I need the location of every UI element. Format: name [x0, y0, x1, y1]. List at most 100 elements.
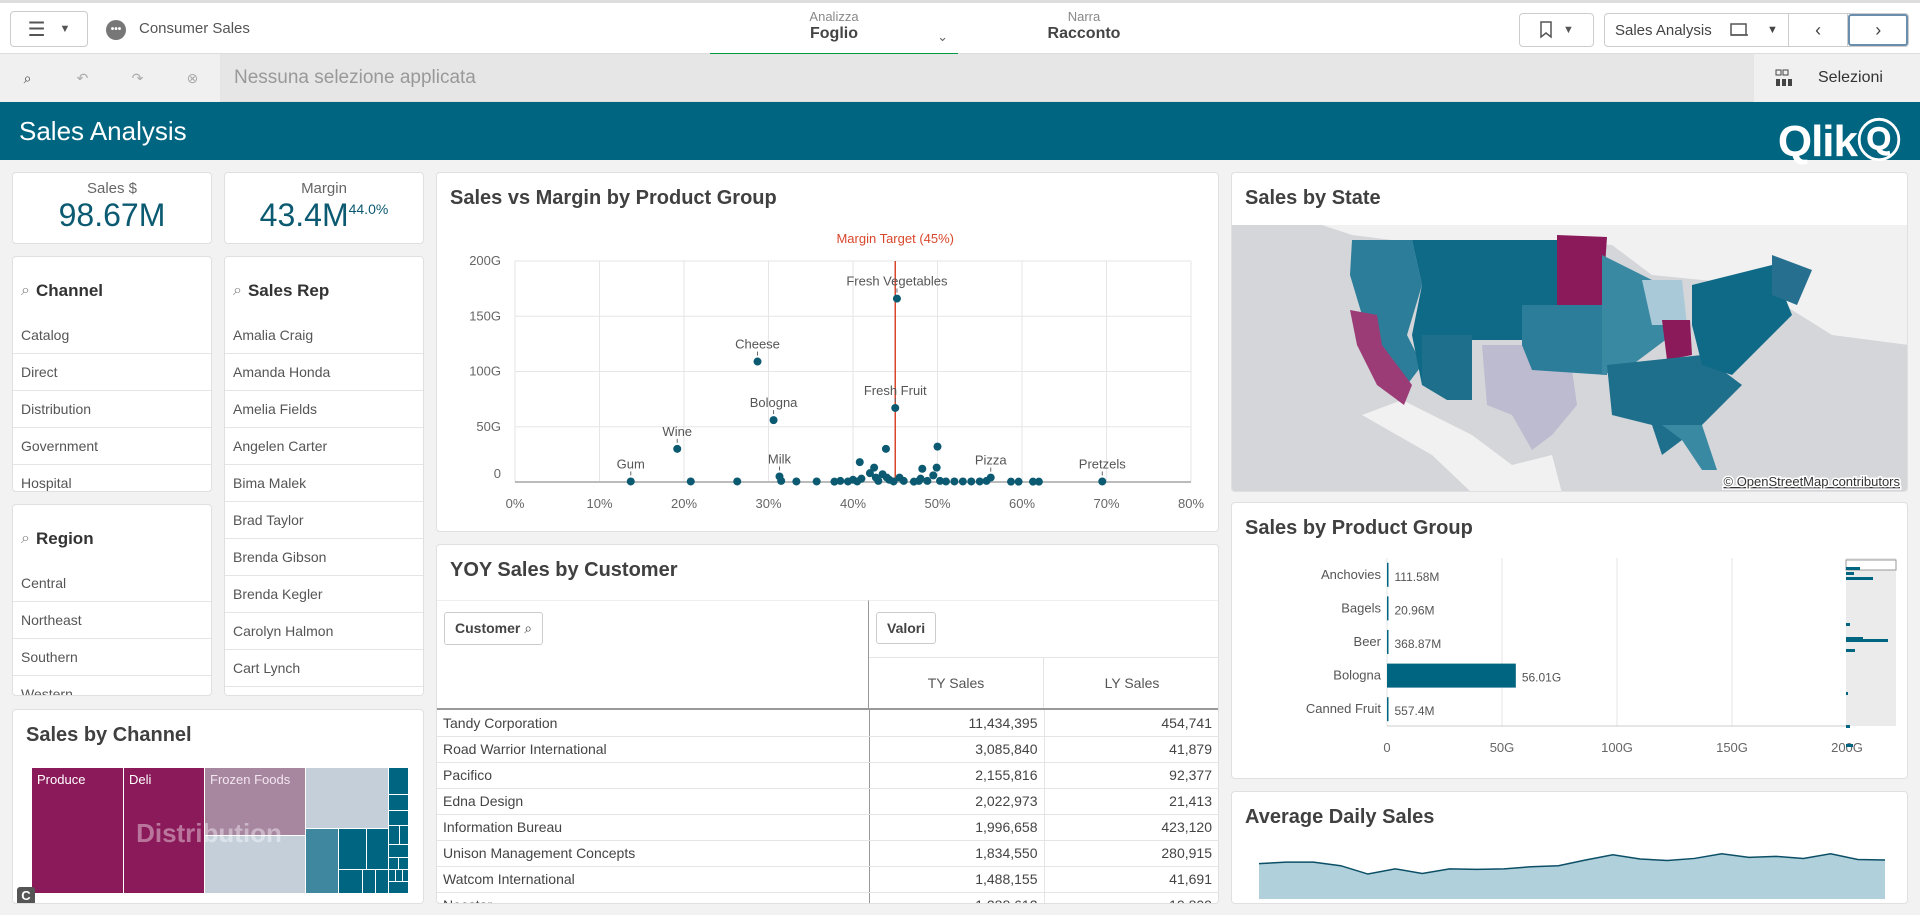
chevron-down-icon[interactable]: ⌄: [937, 29, 948, 45]
table-row[interactable]: Pacifico 2,155,816 92,377: [437, 762, 1218, 789]
x-tick-label: 50%: [924, 496, 950, 511]
list-item[interactable]: Amalia Craig: [225, 317, 423, 354]
yoy-sales-table-card: YOY Sales by Customer Customer ⌕ Valori …: [436, 544, 1219, 904]
data-point: [923, 476, 932, 485]
sheet-selector[interactable]: Sales Analysis ▼: [1605, 14, 1789, 46]
filter-header[interactable]: ⌕ Region: [13, 513, 211, 565]
step-back-button[interactable]: ↶: [55, 70, 110, 87]
customer-cell[interactable]: Road Warrior International: [437, 736, 870, 763]
bar: [1387, 630, 1389, 654]
tab-sheet[interactable]: Analizza Foglio ⌄: [710, 9, 958, 56]
table-row[interactable]: Unison Management Concepts 1,834,550 280,9…: [437, 840, 1218, 867]
list-item[interactable]: Western: [13, 676, 211, 695]
tab-story[interactable]: Narra Racconto: [1000, 9, 1168, 43]
y-tick-label: 50G: [476, 419, 501, 434]
list-item[interactable]: Central: [13, 565, 211, 602]
next-sheet-button[interactable]: ›: [1848, 14, 1908, 46]
data-point: [918, 464, 927, 473]
data-point: [967, 477, 976, 486]
top-bar: ☰ ▼ ••• Consumer Sales Analizza Foglio ⌄…: [0, 0, 1920, 56]
filter-header[interactable]: ⌕ Channel: [13, 265, 211, 317]
list-item[interactable]: Direct: [13, 354, 211, 391]
kpi-margin-percent: 44.0%: [348, 201, 389, 217]
x-tick-label: 40%: [840, 496, 866, 511]
bookmark-button[interactable]: ▼: [1519, 13, 1594, 47]
table-row[interactable]: Information Bureau 1,996,658 423,120: [437, 814, 1218, 841]
category-label: Bologna: [1333, 668, 1381, 683]
customer-cell[interactable]: Watcom International: [437, 866, 870, 893]
smart-search-button[interactable]: ⌕: [0, 70, 55, 87]
table-row[interactable]: Watcom International 1,488,155 41,691: [437, 866, 1218, 893]
global-menu-button[interactable]: ☰ ▼: [10, 11, 88, 47]
x-tick-label: 0: [1383, 740, 1390, 755]
list-item[interactable]: Distribution: [13, 391, 211, 428]
column-header-ty-sales[interactable]: TY Sales: [869, 657, 1044, 709]
filter-title: Channel: [35, 281, 104, 300]
kpi-label: Margin: [301, 180, 347, 197]
list-item[interactable]: Brad Taylor: [225, 502, 423, 539]
selections-button[interactable]: Selezioni: [1754, 54, 1920, 102]
list-item[interactable]: Southern: [13, 639, 211, 676]
table-row[interactable]: Neostar1,288,61219,809: [437, 892, 1218, 903]
map-canvas[interactable]: © OpenStreetMap contributors: [1232, 225, 1908, 492]
sales-by-state-map[interactable]: Sales by State © OpenStreetMap contribut…: [1231, 172, 1908, 492]
list-item[interactable]: Cart Lynch: [225, 650, 423, 687]
tile: [363, 870, 375, 893]
values-button[interactable]: Valori: [876, 612, 937, 644]
app-icon[interactable]: •••: [106, 20, 126, 40]
list-item[interactable]: Angelen Carter: [225, 428, 423, 465]
sales-by-channel-chart[interactable]: Sales by Channel Produce Deli Frozen Foo…: [12, 709, 424, 904]
mini-bar: [1846, 744, 1853, 747]
mini-bar: [1846, 725, 1850, 728]
customer-cell[interactable]: Unison Management Concepts: [437, 840, 870, 867]
average-daily-sales-chart[interactable]: Average Daily Sales: [1231, 791, 1908, 904]
mini-bar: [1846, 567, 1860, 570]
table-row[interactable]: Edna Design 2,022,973 21,413: [437, 788, 1218, 815]
table-row[interactable]: Tandy Corporation 11,434,395 454,741: [437, 710, 1218, 737]
data-point: [891, 403, 900, 412]
sales-rep-list[interactable]: Amalia Craig Amanda Honda Amelia Fields Ang…: [225, 317, 423, 687]
list-item[interactable]: Bima Malek: [225, 465, 423, 502]
customer-cell[interactable]: Neostar: [437, 892, 870, 903]
list-item[interactable]: Carolyn Halmon: [225, 613, 423, 650]
column-header-ly-sales[interactable]: LY Sales: [1044, 657, 1218, 709]
tile: [396, 870, 402, 881]
step-forward-button[interactable]: ↷: [110, 70, 165, 87]
list-item[interactable]: Northeast: [13, 602, 211, 639]
sales-vs-margin-chart[interactable]: Sales vs Margin by Product Group 0% 10% 20…: [436, 172, 1219, 532]
sales-by-product-group-chart[interactable]: Sales by Product Group 0 50G 100G 150G 200G A…: [1231, 502, 1908, 779]
list-item[interactable]: Hospital: [13, 465, 211, 491]
treemap-group-label: Distribution: [136, 818, 282, 848]
bar: [1387, 596, 1389, 621]
filter-header[interactable]: ⌕ Sales Rep: [225, 265, 423, 317]
mini-bar: [1846, 623, 1850, 626]
search-selection-icon: ⌕: [23, 69, 32, 86]
kpi-margin[interactable]: Margin 43.4M44.0%: [224, 172, 424, 244]
table-row[interactable]: Road Warrior International 3,085,840 41,87…: [437, 736, 1218, 763]
list-item[interactable]: Brenda Gibson: [225, 539, 423, 576]
no-selection-text: Nessuna selezione applicata: [234, 67, 476, 88]
ly-sales-cell: 454,741: [1044, 710, 1218, 737]
ty-sales-cell: 1,488,155: [869, 866, 1045, 893]
customer-cell[interactable]: Edna Design: [437, 788, 870, 815]
list-item[interactable]: Catalog: [13, 317, 211, 354]
data-point: [899, 476, 908, 485]
tab-sheet-label: Foglio: [810, 25, 858, 42]
kpi-sales[interactable]: Sales $ 98.67M: [12, 172, 212, 244]
caret-down-icon: ▼: [59, 23, 71, 35]
clear-selections-button[interactable]: ⊗: [165, 70, 220, 87]
data-point: [753, 357, 762, 366]
customer-cell[interactable]: Tandy Corporation: [437, 710, 870, 737]
customer-column-button[interactable]: Customer ⌕: [444, 612, 544, 645]
customer-cell[interactable]: Information Bureau: [437, 814, 870, 841]
previous-sheet-button[interactable]: ‹: [1789, 14, 1849, 46]
filter-region: ⌕ Region Central Northeast Southern Weste…: [12, 504, 212, 696]
list-item[interactable]: Government: [13, 428, 211, 465]
tile: [389, 768, 408, 794]
list-item[interactable]: Amanda Honda: [225, 354, 423, 391]
list-item[interactable]: Brenda Kegler: [225, 576, 423, 613]
copy-icon[interactable]: C: [17, 887, 35, 903]
list-item[interactable]: Amelia Fields: [225, 391, 423, 428]
customer-cell[interactable]: Pacifico: [437, 762, 870, 789]
selection-tools: ⌕ ↶ ↷ ⊗: [0, 54, 220, 102]
